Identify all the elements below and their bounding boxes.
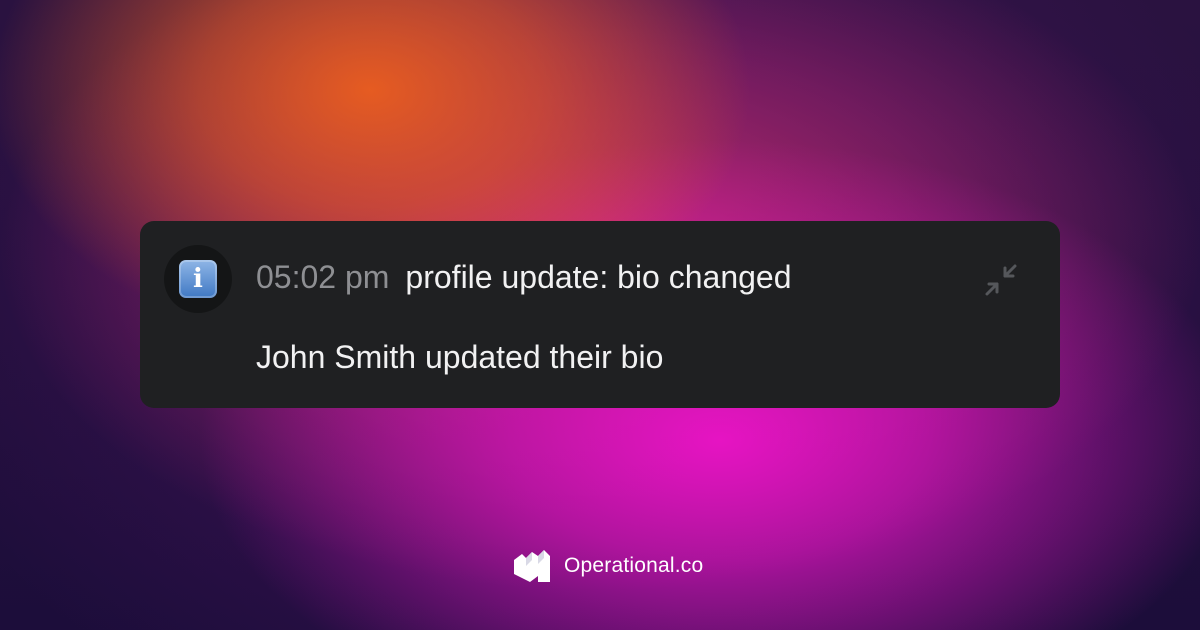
brand-footer: Operational.co: [512, 548, 703, 584]
collapse-button[interactable]: [978, 257, 1024, 303]
operational-logo-icon: [514, 550, 550, 582]
notification-icon-container: i: [164, 245, 232, 313]
notification-card: i 05:02 pm profile update: bio changed J…: [140, 221, 1060, 408]
information-icon: i: [179, 260, 217, 298]
brand-name: Operational.co: [564, 554, 704, 577]
collapse-arrows-icon: [985, 264, 1017, 296]
notification-timestamp: 05:02 pm: [256, 259, 390, 295]
notification-title: profile update: bio changed: [405, 259, 792, 295]
notification-message: John Smith updated their bio: [256, 339, 664, 375]
notification-header: 05:02 pm profile update: bio changed: [256, 259, 792, 296]
